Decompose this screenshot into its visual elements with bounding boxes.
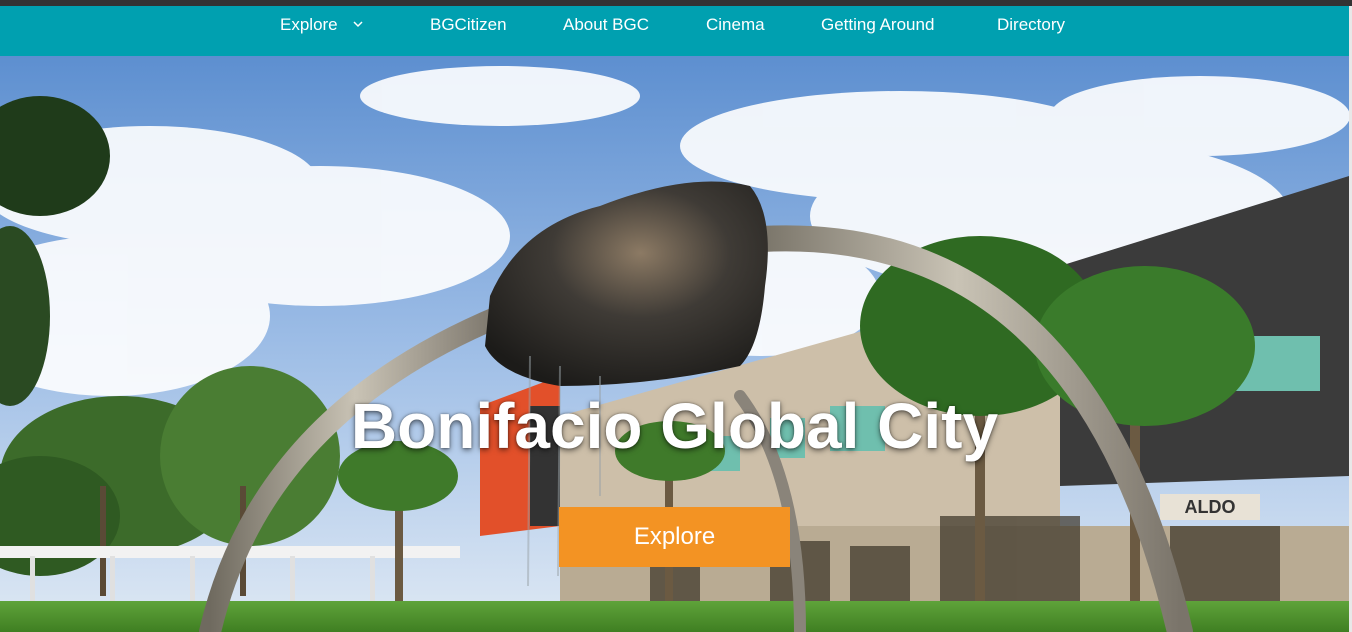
nav-item-directory[interactable]: Directory	[997, 15, 1065, 35]
hero-banner: ALDO Bonifacio Global City Explore	[0, 56, 1349, 632]
explore-button[interactable]: Explore	[559, 507, 790, 567]
chevron-down-icon[interactable]	[352, 18, 364, 30]
nav-item-cinema[interactable]: Cinema	[706, 15, 765, 35]
nav-item-about-bgc[interactable]: About BGC	[563, 15, 649, 35]
main-navigation: Explore BGCitizen About BGC Cinema Getti…	[0, 6, 1352, 56]
nav-item-getting-around[interactable]: Getting Around	[821, 15, 934, 35]
aldo-sign-text: ALDO	[1185, 497, 1236, 517]
page-title: Bonifacio Global City	[350, 390, 999, 462]
nav-item-explore[interactable]: Explore	[280, 15, 338, 35]
nav-item-bgcitizen[interactable]: BGCitizen	[430, 15, 507, 35]
